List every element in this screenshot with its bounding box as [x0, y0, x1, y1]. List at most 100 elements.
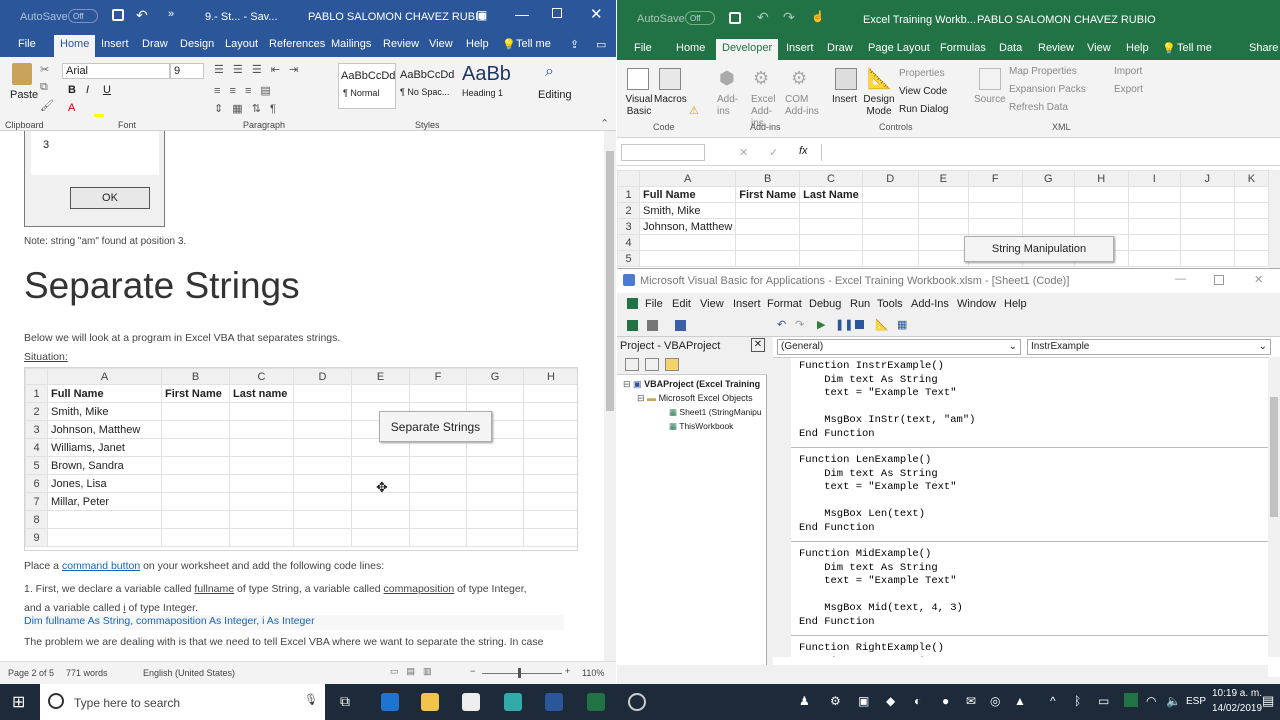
sheet-cell[interactable] — [409, 510, 467, 529]
cancel-formula-icon[interactable]: ✕ — [739, 146, 748, 159]
design-mode-label[interactable]: Design Mode — [863, 94, 895, 118]
excel-cell[interactable] — [735, 250, 801, 267]
tab-home[interactable]: Home — [54, 35, 96, 57]
excel-cell[interactable]: Full Name — [638, 186, 737, 203]
list-buttons[interactable]: ☰ ☰ ☰ ⇤ ⇥ — [214, 63, 301, 76]
zoom-out-icon[interactable]: − — [470, 666, 475, 676]
editing-label[interactable]: Editing — [538, 89, 572, 101]
sheet-cell[interactable] — [293, 402, 352, 421]
sheet-cell[interactable] — [161, 438, 230, 457]
xtab-home[interactable]: Home — [676, 42, 705, 54]
sheet-cell[interactable] — [229, 510, 294, 529]
paste-label[interactable]: Paste — [10, 89, 38, 101]
macro-security-icon[interactable]: ⚠ — [689, 104, 699, 117]
notifications-icon[interactable]: ▤ — [1262, 693, 1274, 709]
task-view-icon[interactable]: ⧉ — [340, 693, 350, 710]
insert-controls-icon[interactable] — [835, 68, 857, 90]
sheet-cell[interactable] — [523, 474, 577, 493]
sheet-cell[interactable] — [523, 438, 577, 457]
sheet-cell[interactable]: Millar, Peter — [47, 492, 162, 511]
excel-cell[interactable] — [799, 234, 863, 251]
app2-icon[interactable] — [628, 693, 646, 711]
fx-button[interactable]: fx — [799, 145, 808, 157]
tray-icon-5[interactable]: ● — [942, 694, 949, 708]
paste-icon[interactable] — [12, 63, 32, 85]
excel-undo-icon[interactable]: ↶ — [757, 9, 769, 26]
sheet-cell[interactable] — [351, 384, 410, 403]
excel-cell[interactable] — [1127, 234, 1181, 251]
sheet-cell[interactable]: Smith, Mike — [47, 402, 162, 421]
excel-cell[interactable] — [917, 218, 969, 235]
windows-start-icon[interactable]: ⊞ — [12, 692, 25, 712]
tab-help[interactable]: Help — [466, 38, 489, 50]
sheet-cell[interactable] — [229, 474, 294, 493]
highlight-button[interactable] — [94, 114, 104, 117]
language-indicator[interactable]: ESP — [1186, 696, 1206, 707]
excel-cell[interactable] — [1233, 202, 1269, 219]
sheet-cell[interactable]: Full Name — [47, 384, 162, 403]
tree-sheet-row[interactable]: ▦ Sheet1 (StringManipu — [669, 407, 762, 418]
excel-cell[interactable] — [1233, 234, 1269, 251]
tab-file[interactable]: File — [18, 38, 36, 50]
menu-window[interactable]: Window — [957, 298, 996, 310]
com-addins-icon[interactable]: ⚙ — [791, 68, 807, 89]
sheet-cell[interactable] — [229, 402, 294, 421]
code-vscroll[interactable] — [1268, 357, 1280, 657]
excel-cell[interactable] — [1233, 250, 1269, 267]
sheet-cell[interactable] — [523, 402, 577, 421]
excel-cell[interactable] — [735, 218, 801, 235]
addins-icon[interactable]: ⬢ — [719, 68, 735, 89]
sheet-cell[interactable] — [351, 510, 410, 529]
excel-cell[interactable] — [1179, 202, 1235, 219]
excel-tray-icon[interactable] — [1124, 693, 1138, 707]
sheet-cell[interactable] — [293, 528, 352, 547]
more-icon[interactable]: » — [168, 8, 174, 20]
minimize-icon[interactable]: — — [515, 6, 529, 22]
sheet-cell[interactable] — [47, 510, 162, 529]
xtab-view[interactable]: View — [1087, 42, 1111, 54]
clock-date[interactable]: 14/02/2019 — [1212, 703, 1262, 714]
excel-share[interactable]: Share — [1249, 42, 1278, 54]
tb-project-icon[interactable]: ▦ — [897, 318, 907, 331]
sheet-cell[interactable]: Jones, Lisa — [47, 474, 162, 493]
edge-icon[interactable] — [381, 693, 399, 711]
addins-label[interactable]: Add-ins — [717, 94, 741, 118]
microphone-icon[interactable]: 🎙 — [304, 693, 318, 706]
view-buttons[interactable]: ▭▤▥ — [390, 666, 440, 677]
visual-basic-label[interactable]: Visual Basic — [621, 94, 657, 118]
excel-cell[interactable] — [1127, 202, 1181, 219]
separate-strings-button[interactable]: Separate Strings — [379, 411, 492, 442]
insert-controls-label[interactable]: Insert — [832, 94, 857, 105]
excel-cell[interactable] — [1021, 218, 1075, 235]
excel-cell[interactable] — [861, 250, 919, 267]
sheet-cell[interactable] — [293, 438, 352, 457]
zoom-thumb[interactable] — [518, 668, 521, 678]
zoom-slider[interactable] — [482, 673, 562, 674]
zoom-level[interactable]: 110% — [582, 668, 604, 678]
ribbon-display-icon[interactable]: ▣ — [476, 8, 487, 22]
tray-icon-7[interactable]: ▲ — [1014, 694, 1026, 708]
export-button[interactable]: Export — [1114, 84, 1143, 95]
refresh-data-button[interactable]: Refresh Data — [1009, 102, 1068, 113]
excel-cell[interactable] — [735, 202, 801, 219]
status-language[interactable]: English (United States) — [143, 668, 235, 678]
align-buttons[interactable]: ≡ ≡ ≡ ▤ — [214, 84, 274, 97]
excel-cell[interactable] — [1179, 234, 1235, 251]
sheet-cell[interactable] — [523, 528, 577, 547]
close-icon[interactable]: ✕ — [590, 5, 603, 23]
excel-cell[interactable] — [1127, 250, 1181, 267]
tb-excel-icon[interactable] — [627, 320, 638, 331]
menu-debug[interactable]: Debug — [809, 298, 841, 310]
tray-icon-3[interactable]: ◆ — [886, 694, 895, 708]
clock-time[interactable]: 10:19 a. m. — [1212, 688, 1262, 699]
sheet-cell[interactable] — [229, 438, 294, 457]
view-object-icon[interactable] — [645, 358, 659, 371]
sheet-cell[interactable] — [409, 474, 467, 493]
excel-cell[interactable] — [861, 218, 919, 235]
app-icon[interactable] — [504, 693, 522, 711]
menu-file[interactable]: File — [645, 298, 663, 310]
sheet-cell[interactable]: Johnson, Matthew — [47, 420, 162, 439]
design-mode-icon[interactable]: 📐 — [867, 66, 892, 91]
excel-cell[interactable] — [917, 186, 969, 203]
file-explorer-icon[interactable] — [421, 693, 439, 711]
